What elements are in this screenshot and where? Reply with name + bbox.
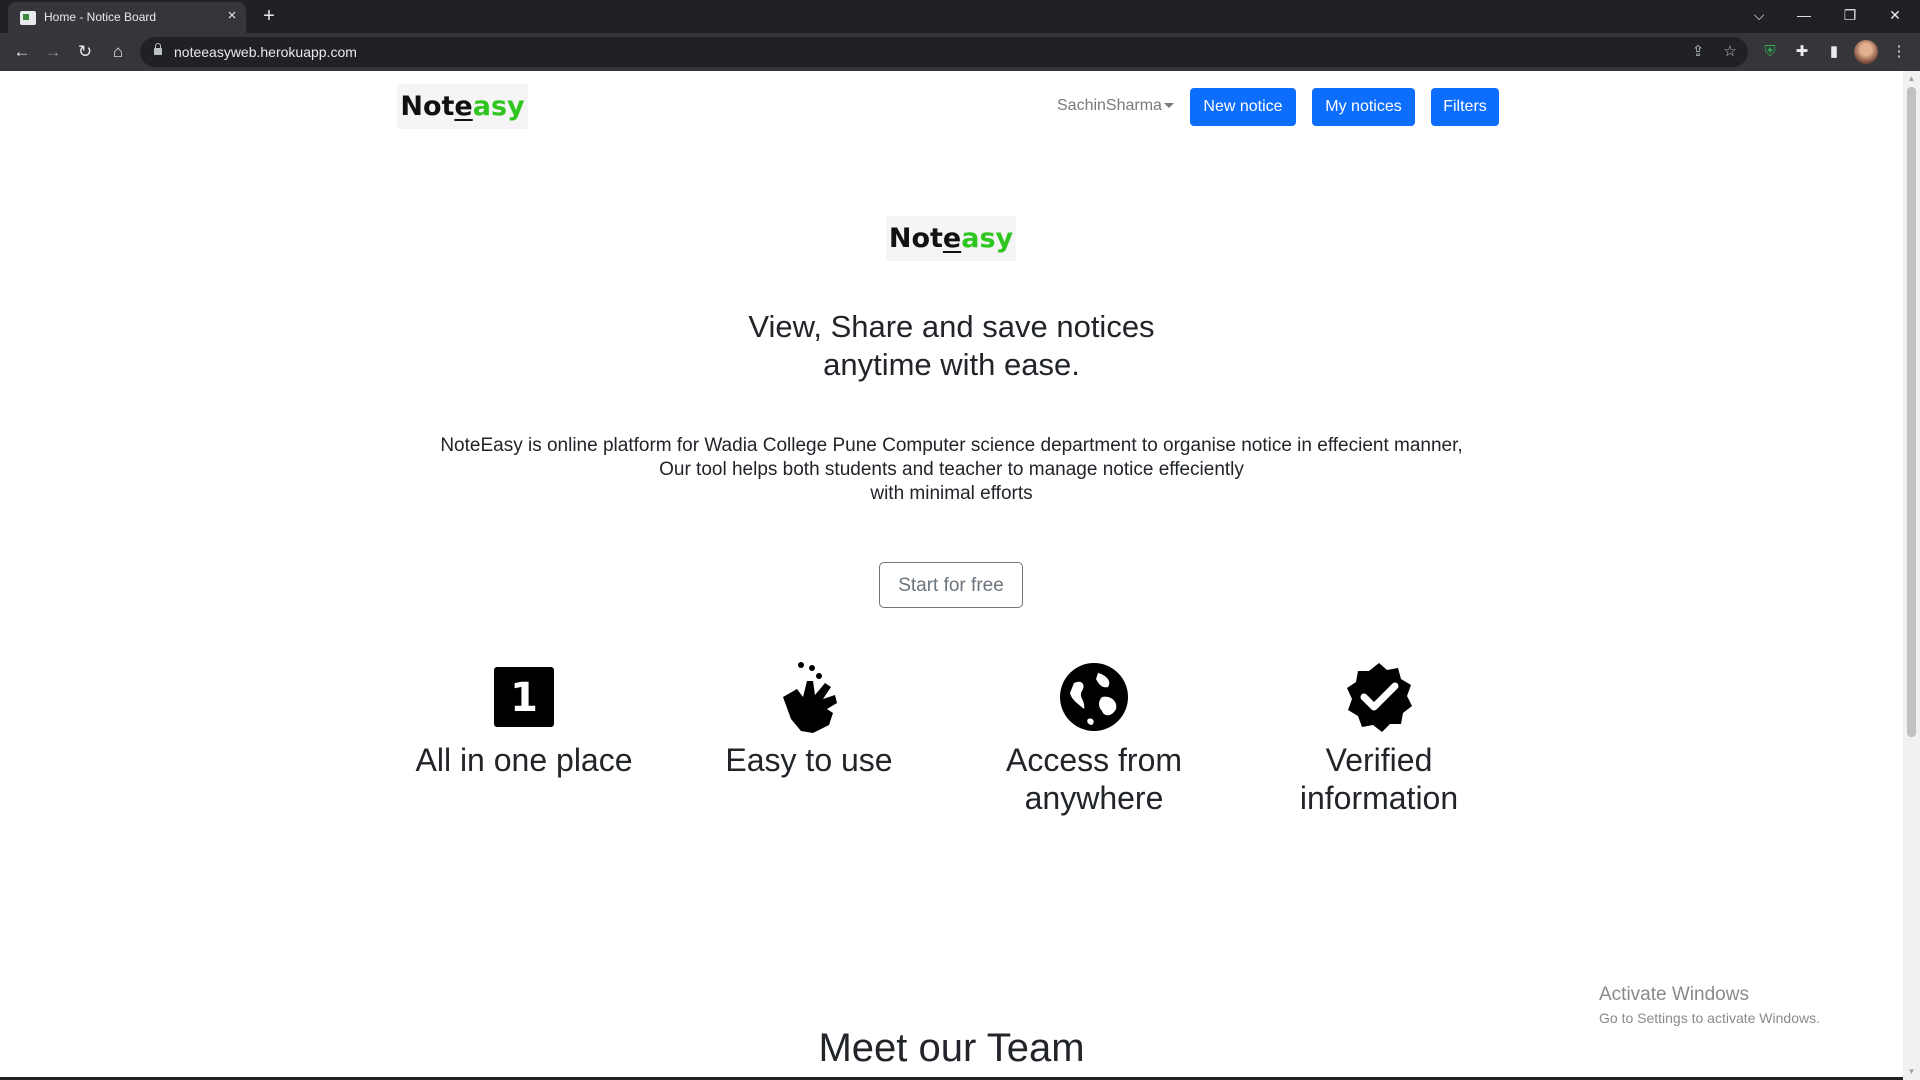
browser-toolbar: ← → ↻ ⌂ noteeasyweb.herokuapp.com ⇪ ☆ ⛨ … <box>0 33 1920 71</box>
hero-description-line: Our tool helps both students and teacher… <box>659 459 1244 480</box>
hero-logo: Not e asy <box>886 216 1016 261</box>
browser-tab-active[interactable]: Home - Notice Board × <box>8 2 246 33</box>
scroll-up-icon[interactable]: ▲ <box>1903 71 1920 87</box>
user-dropdown[interactable]: SachinSharma <box>1057 97 1162 115</box>
filters-button[interactable]: Filters <box>1431 88 1499 126</box>
hero-description-line: with minimal efforts <box>870 483 1033 504</box>
feature-label-line: All in one place <box>415 742 633 778</box>
logo-text-e: e <box>454 91 473 122</box>
hand-tap-icon <box>773 661 845 733</box>
lock-icon[interactable] <box>154 43 162 55</box>
scrollbar-thumb[interactable] <box>1907 87 1916 737</box>
feature-label-line: anywhere <box>1024 780 1164 816</box>
team-heading: Meet our Team <box>818 1026 1085 1070</box>
browser-menu-icon[interactable]: ⋮ <box>1886 39 1912 65</box>
window-close-icon[interactable]: ✕ <box>1881 3 1909 27</box>
shield-extension-icon[interactable]: ⛨ <box>1757 39 1783 65</box>
tab-title: Home - Notice Board <box>44 10 157 24</box>
new-notice-button[interactable]: New notice <box>1190 88 1296 126</box>
start-for-free-button[interactable]: Start for free <box>879 562 1023 608</box>
reload-icon[interactable]: ↻ <box>72 39 98 65</box>
feature-access-anywhere: Access from anywhere <box>959 661 1229 817</box>
feature-verified-information: Verified information <box>1244 661 1514 817</box>
new-tab-button[interactable]: + <box>258 5 280 27</box>
feature-easy-to-use: Easy to use <box>674 661 944 779</box>
feature-label-line: information <box>1299 780 1459 816</box>
back-icon[interactable]: ← <box>9 39 35 65</box>
feature-label: Access from anywhere <box>959 741 1229 817</box>
chevron-down-icon[interactable] <box>1164 103 1174 108</box>
one-square-icon: 1 <box>488 661 560 733</box>
restore-icon[interactable]: ❐ <box>1836 3 1864 27</box>
profile-avatar[interactable] <box>1854 40 1878 64</box>
logo-text-e: e <box>942 223 962 254</box>
url-text[interactable]: noteeasyweb.herokuapp.com <box>174 44 357 60</box>
share-icon[interactable]: ⇪ <box>1686 40 1710 64</box>
hero-title: View, Share and save notices anytime wit… <box>0 308 1903 384</box>
address-bar[interactable]: noteeasyweb.herokuapp.com ⇪ ☆ <box>140 37 1748 67</box>
verified-badge-icon <box>1343 661 1415 733</box>
feature-label: All in one place <box>389 741 659 779</box>
one-square-digit: 1 <box>510 675 538 721</box>
logo-text-note: Not <box>400 91 455 122</box>
feature-label-line: Verified <box>1325 742 1433 778</box>
feature-label: Easy to use <box>674 741 944 779</box>
my-notices-button[interactable]: My notices <box>1312 88 1415 126</box>
activate-windows-watermark: Activate Windows Go to Settings to activ… <box>1599 984 1820 1026</box>
bookmark-star-icon[interactable]: ☆ <box>1718 40 1742 64</box>
watermark-title: Activate Windows <box>1599 984 1749 1005</box>
navbar-logo[interactable]: Not e asy <box>397 84 528 129</box>
hero-description-line: NoteEasy is online platform for Wadia Co… <box>440 435 1463 456</box>
forward-icon[interactable]: → <box>40 39 66 65</box>
hero-title-line: View, Share and save notices <box>748 309 1155 344</box>
scroll-down-icon[interactable]: ▼ <box>1903 1064 1920 1080</box>
extensions-puzzle-icon[interactable]: ✚ <box>1789 39 1815 65</box>
hero-title-line: anytime with ease. <box>823 347 1080 382</box>
side-panel-icon[interactable]: ▮ <box>1821 39 1847 65</box>
tab-search-icon[interactable]: ⌵ <box>1745 3 1773 27</box>
logo-text-asy: asy <box>961 223 1014 254</box>
logo-text-asy: asy <box>472 91 525 122</box>
watermark-subtitle: Go to Settings to activate Windows. <box>1599 1010 1820 1026</box>
globe-icon <box>1058 661 1130 733</box>
page-scrollbar[interactable]: ▲ ▼ <box>1903 71 1920 1080</box>
tab-close-icon[interactable]: × <box>224 8 240 24</box>
logo-text-note: Not <box>888 223 943 254</box>
home-icon[interactable]: ⌂ <box>105 39 131 65</box>
minimize-icon[interactable]: — <box>1790 3 1818 27</box>
feature-label: Verified information <box>1244 741 1514 817</box>
hero-description: NoteEasy is online platform for Wadia Co… <box>0 434 1903 506</box>
feature-label-line: Easy to use <box>725 742 893 778</box>
page-viewport: Not e asy SachinSharma New notice My notic… <box>0 71 1903 1080</box>
site-favicon-icon <box>20 11 36 25</box>
feature-all-in-one: 1 All in one place <box>389 661 659 779</box>
browser-tab-strip: Home - Notice Board × + ⌵ — ❐ ✕ <box>0 0 1920 33</box>
feature-label-line: Access from <box>1005 742 1183 778</box>
